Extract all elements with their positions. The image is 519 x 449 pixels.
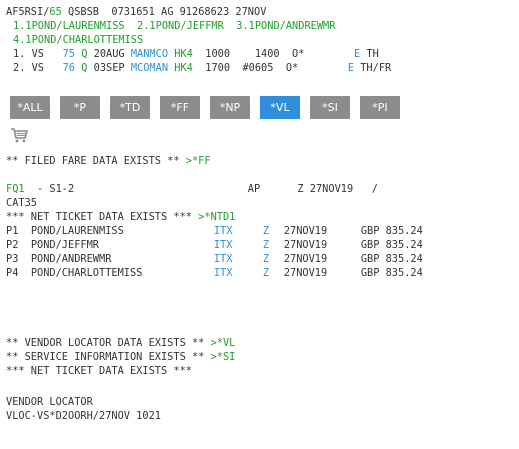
button-all[interactable]: *ALL: [10, 96, 50, 119]
flight-number-link[interactable]: 76: [63, 62, 75, 74]
segment-row: 2. VS 76 Q 03SEP MCOMAN HK4 1700 #0605 O…: [13, 62, 392, 74]
passenger-4[interactable]: 4.1POND/CHARLOTTEMISS: [13, 34, 143, 46]
vendor-locator-notice: ** VENDOR LOCATOR DATA EXISTS ** >*VL: [6, 337, 236, 349]
cat-line: CAT35: [6, 197, 37, 209]
button-np[interactable]: *NP: [210, 96, 250, 119]
fare-quote-line: FQ1 - S1-2 AP Z 27NOV19 /: [6, 183, 378, 195]
pnr-header: AF5RSI/65 QSBSB 0731651 AG 91268623 27NO…: [6, 6, 267, 18]
button-pi[interactable]: *PI: [360, 96, 400, 119]
vendor-locator-title: VENDOR LOCATOR: [6, 396, 93, 408]
fare-row: P1 POND/LAURENMISS ITX Z 27NOV19 GBP 835.24: [6, 225, 423, 237]
net-ticket-notice-2: *** NET TICKET DATA EXISTS ***: [6, 365, 192, 377]
fq-link[interactable]: FQ1: [6, 183, 25, 195]
city-pair-link[interactable]: MCOMAN: [131, 62, 168, 74]
pnr-number-link[interactable]: 65: [49, 6, 61, 18]
service-info-notice: ** SERVICE INFORMATION EXISTS ** >*SI: [6, 351, 236, 363]
fare-row: P2 POND/JEFFMR ITX Z 27NOV19 GBP 835.24: [6, 239, 423, 251]
button-td[interactable]: *TD: [110, 96, 150, 119]
button-p[interactable]: *P: [60, 96, 100, 119]
city-pair-link[interactable]: MANMCO: [131, 48, 168, 60]
passenger-names-line-2: 4.1POND/CHARLOTTEMISS: [6, 34, 143, 47]
vendor-locator-link[interactable]: >*VL: [211, 337, 236, 349]
shopping-cart-icon[interactable]: [10, 127, 28, 143]
vendor-locator-value: VLOC-VS*D2OORH/27NOV 1021: [6, 410, 161, 422]
segment-row: 1. VS 75 Q 20AUG MANMCO HK4 1000 1400 O*…: [13, 48, 379, 60]
net-ticket-notice: *** NET TICKET DATA EXISTS *** >*NTD1: [6, 211, 236, 223]
fare-row: P4 POND/CHARLOTTEMISS ITX Z 27NOV19 GBP 835.…: [6, 267, 423, 279]
net-ticket-link[interactable]: >*NTD1: [198, 211, 235, 223]
button-si[interactable]: *SI: [310, 96, 350, 119]
passenger-1[interactable]: 1.1POND/LAURENMISS: [13, 20, 125, 32]
filed-fare-link[interactable]: >*FF: [186, 155, 211, 167]
passenger-names-line-1: 1.1POND/LAURENMISS 2.1POND/JEFFMR 3.1PON…: [6, 20, 335, 33]
service-info-link[interactable]: >*SI: [211, 351, 236, 363]
flight-number-link[interactable]: 75: [63, 48, 75, 60]
filed-fare-notice: ** FILED FARE DATA EXISTS ** >*FF: [6, 155, 211, 167]
button-ff[interactable]: *FF: [160, 96, 200, 119]
button-vl[interactable]: *VL: [260, 96, 300, 119]
passenger-2[interactable]: 2.1POND/JEFFMR: [137, 20, 224, 32]
passenger-3[interactable]: 3.1POND/ANDREWMR: [236, 20, 335, 32]
fare-row: P3 POND/ANDREWMR ITX Z 27NOV19 GBP 835.24: [6, 253, 423, 265]
